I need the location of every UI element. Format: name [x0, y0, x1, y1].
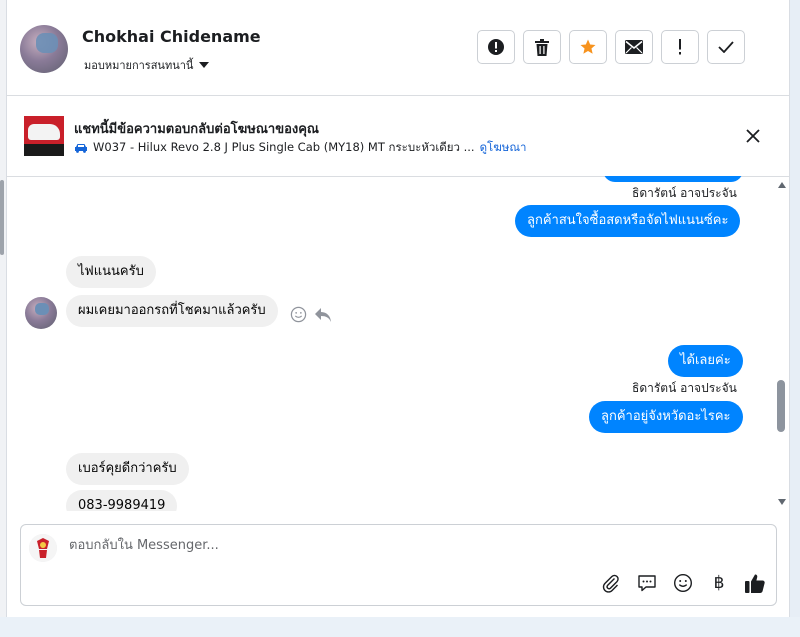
- contact-name[interactable]: Chokhai Chidename: [82, 27, 261, 46]
- baht-icon: ฿: [713, 573, 725, 593]
- ad-reply-banner: แชทนี้มีข้อความตอบกลับต่อโฆษณาของคุณ W03…: [7, 96, 789, 177]
- alert-circle-icon: [488, 39, 504, 55]
- caret-down-icon: [199, 62, 210, 68]
- message-bubble-outgoing-partial[interactable]: [603, 176, 743, 182]
- message-scrollbar-thumb[interactable]: [777, 380, 785, 432]
- sender-name: ธิดารัตน์ อาจประจัน: [632, 381, 737, 395]
- scroll-down-arrow-icon[interactable]: [778, 499, 786, 505]
- envelope-icon: [625, 40, 643, 54]
- message-bubble-outgoing[interactable]: ได้เลยค่ะ: [668, 345, 743, 377]
- mark-done-button[interactable]: [707, 30, 745, 64]
- contact-avatar[interactable]: [20, 25, 68, 73]
- ad-product-line: W037 - Hilux Revo 2.8 J Plus Single Cab …: [74, 139, 526, 157]
- message-bubble-outgoing[interactable]: ลูกค้าอยู่จังหวัดอะไรคะ: [589, 401, 743, 433]
- mark-spam-button[interactable]: [477, 30, 515, 64]
- smiley-react-icon[interactable]: [290, 306, 307, 323]
- like-button[interactable]: [743, 571, 767, 595]
- message-scrollbar[interactable]: [775, 176, 789, 511]
- mark-unread-button[interactable]: [615, 30, 653, 64]
- page-avatar: [29, 534, 57, 562]
- comment-icon: [638, 575, 656, 592]
- composer-tools: ฿: [599, 571, 767, 595]
- assign-label: มอบหมายการสนทนานี้: [84, 59, 194, 72]
- star-icon: [580, 39, 596, 54]
- message-bubble-incoming[interactable]: เบอร์คุยดีกว่าครับ: [66, 453, 189, 485]
- view-ad-link[interactable]: ดูโฆษณา: [480, 139, 527, 157]
- page-logo-icon: [29, 534, 57, 562]
- message-bubble-incoming[interactable]: ผมเคยมาออกรถที่โชคมาแล้วครับ: [66, 295, 278, 327]
- attach-button[interactable]: [599, 571, 623, 595]
- conversation-panel: Chokhai Chidename มอบหมายการสนทนานี้ แชท…: [6, 0, 790, 617]
- message-bubble-outgoing[interactable]: ลูกค้าสนใจซื้อสดหรือจัดไฟแนนซ์คะ: [515, 205, 741, 237]
- message-bubble-incoming[interactable]: ไฟแนนครับ: [66, 256, 156, 288]
- thumbs-up-icon: [745, 574, 765, 593]
- message-thread: ธิดารัตน์ อาจประจัน ลูกค้าสนใจซื้อสดหรือ…: [7, 176, 789, 511]
- payment-button[interactable]: ฿: [707, 571, 731, 595]
- paperclip-icon: [602, 574, 619, 593]
- saved-replies-button[interactable]: [635, 571, 659, 595]
- conversation-header: Chokhai Chidename มอบหมายการสนทนานี้: [7, 0, 789, 96]
- page-scrollbar-thumb[interactable]: [0, 180, 4, 255]
- ad-banner-title: แชทนี้มีข้อความตอบกลับต่อโฆษณาของคุณ: [74, 122, 319, 137]
- exclamation-icon: [679, 39, 681, 55]
- car-image: [28, 124, 60, 140]
- scroll-up-arrow-icon[interactable]: [778, 182, 786, 188]
- reply-icon[interactable]: [314, 307, 332, 323]
- contact-avatar-small: [25, 297, 57, 329]
- bottom-strip: [0, 617, 800, 637]
- reply-composer: ฿: [20, 524, 777, 606]
- ad-product-name: W037 - Hilux Revo 2.8 J Plus Single Cab …: [93, 140, 475, 154]
- message-bubble-incoming[interactable]: 083-9989419: [66, 490, 178, 511]
- ad-thumbnail[interactable]: [24, 116, 64, 156]
- follow-up-button[interactable]: [661, 30, 699, 64]
- delete-button[interactable]: [523, 30, 561, 64]
- trash-icon: [535, 38, 549, 56]
- close-banner-button[interactable]: [743, 126, 763, 146]
- star-button[interactable]: [569, 30, 607, 64]
- check-icon: [718, 41, 734, 53]
- emoji-button[interactable]: [671, 571, 695, 595]
- reply-input[interactable]: [67, 537, 671, 554]
- header-actions: [477, 30, 745, 64]
- close-icon: [746, 129, 760, 143]
- assign-conversation-dropdown[interactable]: มอบหมายการสนทนานี้: [84, 56, 210, 74]
- sender-name: ธิดารัตน์ อาจประจัน: [632, 186, 737, 200]
- car-icon: [75, 144, 87, 153]
- smiley-icon: [673, 573, 693, 593]
